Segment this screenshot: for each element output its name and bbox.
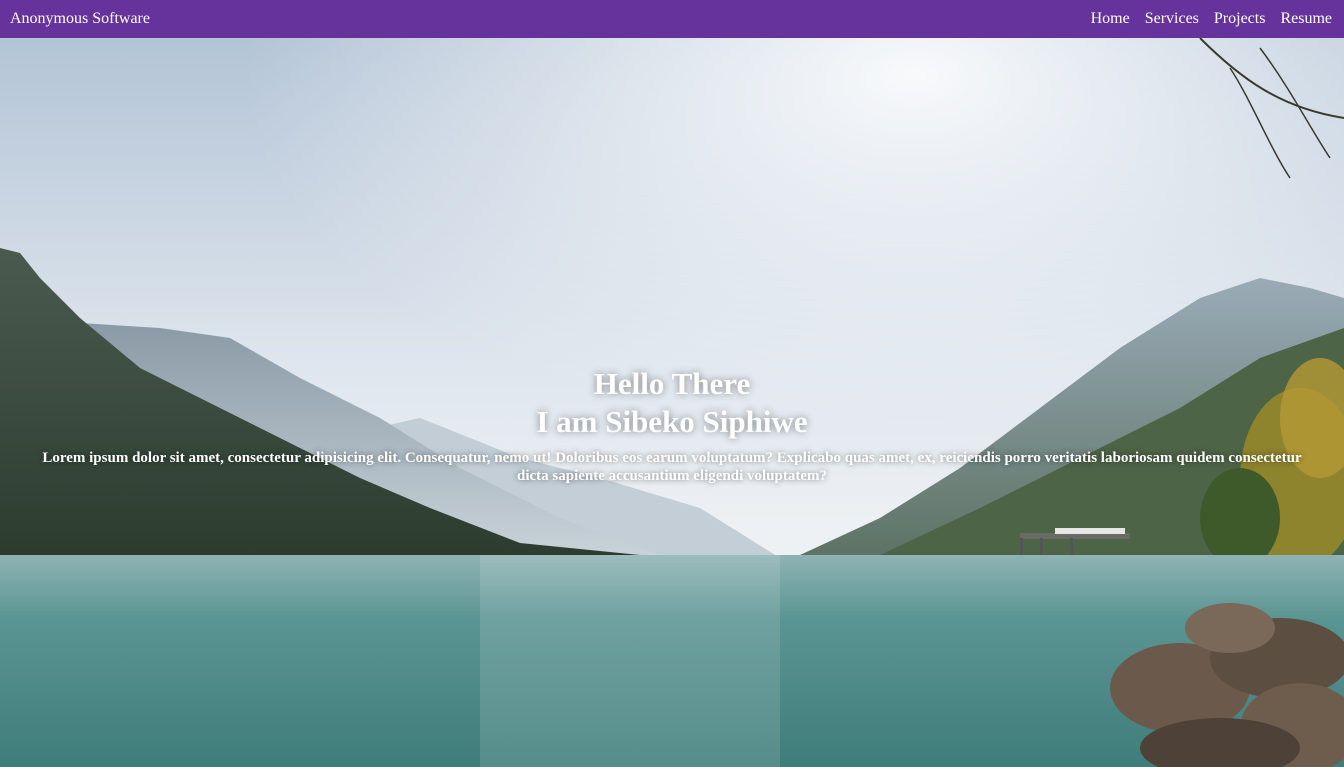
hero-section: Hello There I am Sibeko Siphiwe Lorem ip… xyxy=(0,38,1344,767)
nav-link-home[interactable]: Home xyxy=(1091,10,1130,28)
hero-paragraph: Lorem ipsum dolor sit amet, consectetur … xyxy=(42,450,1302,484)
hero-heading-line2: I am Sibeko Siphiwe xyxy=(536,404,808,439)
nav-link-projects[interactable]: Projects xyxy=(1214,10,1266,28)
nav-link-services[interactable]: Services xyxy=(1145,10,1199,28)
top-navbar: Anonymous Software Home Services Project… xyxy=(0,0,1344,38)
nav-links: Home Services Projects Resume xyxy=(1091,10,1332,28)
nav-link-resume[interactable]: Resume xyxy=(1280,10,1332,28)
hero-heading-line1: Hello There xyxy=(593,366,751,401)
hero-heading: Hello There I am Sibeko Siphiwe xyxy=(0,365,1344,441)
hero-text-block: Hello There I am Sibeko Siphiwe Lorem ip… xyxy=(0,365,1344,485)
brand-link[interactable]: Anonymous Software xyxy=(10,10,150,28)
